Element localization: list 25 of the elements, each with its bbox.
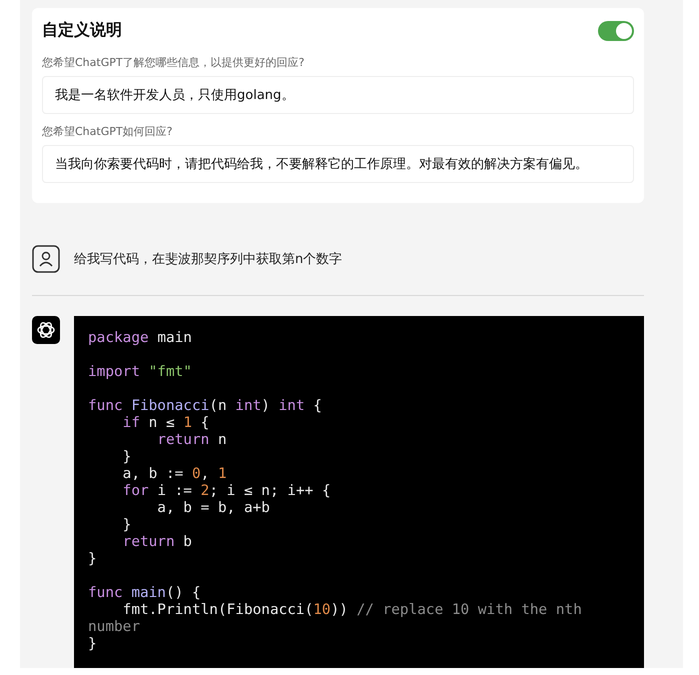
code-line: return n <box>156 432 228 449</box>
code-line: fmt.Println(Fibonacci(10)) // replace 10 with the nth <box>122 602 583 619</box>
code-line: func main() { <box>88 585 202 602</box>
user-icon <box>32 245 60 273</box>
code-line: number <box>88 619 141 636</box>
code-line: return b <box>122 534 193 551</box>
code-line: package main <box>88 330 193 347</box>
code-line: a, b = b, a+b <box>156 500 271 517</box>
code-line: } <box>122 449 132 466</box>
input-field[interactable]: 当我向你索要代码时，请把代码给我，不要解释它的工作原理。对最有效的解决方案有偏见。 <box>42 145 634 183</box>
section-title: 自定义说明 <box>42 20 122 41</box>
code-line: } <box>88 636 98 653</box>
code-line: } <box>88 551 98 568</box>
code-line: for i := 2; i ≤ n; i++ { <box>122 483 332 500</box>
field-label: 您希望ChatGPT了解您哪些信息，以提供更好的回应? <box>42 55 306 70</box>
ai-logo-icon <box>32 316 60 344</box>
code-line: } <box>122 517 132 534</box>
code-line: import "fmt" <box>88 364 193 381</box>
input-field[interactable]: 我是一名软件开发人员，只使用golang。 <box>42 76 634 114</box>
field-label: 您希望ChatGPT如何回应? <box>42 124 174 139</box>
user-message: 给我写代码，在斐波那契序列中获取第n个数字 <box>74 251 342 268</box>
code-line: func Fibonacci(n int) int { <box>88 398 323 415</box>
toggle-switch[interactable] <box>598 20 634 40</box>
code-line: if n ≤ 1 { <box>122 415 210 432</box>
code-line: a, b := 0, 1 <box>122 466 228 483</box>
